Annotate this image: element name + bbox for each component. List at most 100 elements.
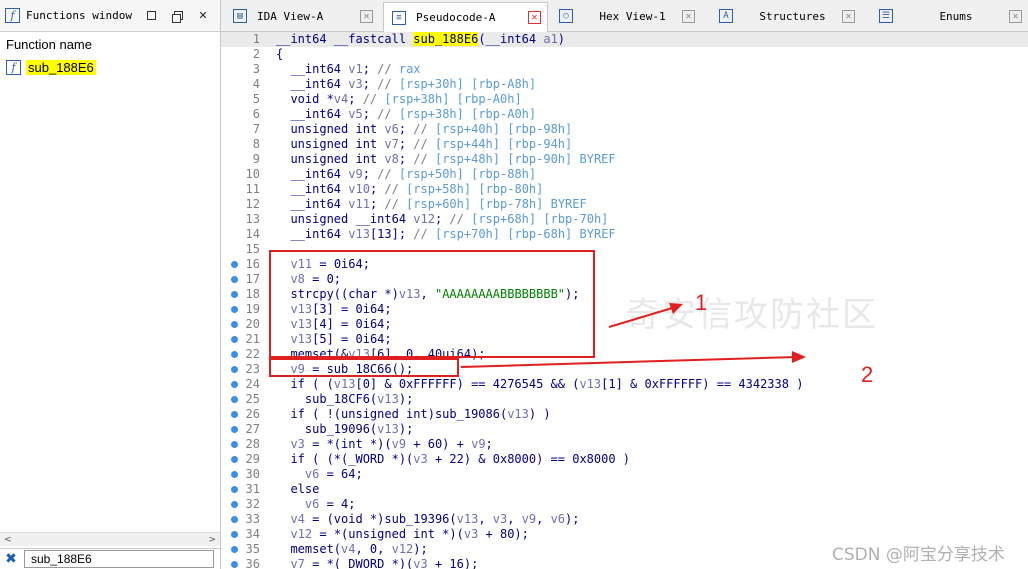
line-number: 10 xyxy=(245,167,260,181)
hex-icon: ○ xyxy=(559,9,573,23)
filter-bar: ✖ sub_188E6 xyxy=(0,548,220,569)
line-number: 8 xyxy=(252,137,260,151)
function-icon: f xyxy=(6,59,21,75)
code-line[interactable]: 3 __int64 v1; // rax xyxy=(221,62,1028,77)
restore-button[interactable] xyxy=(168,7,186,25)
code-text: __int64 v13[13]; // [rsp+70h] [rbp-68h] … xyxy=(276,227,616,241)
tab-structures[interactable]: A Structures ✕ xyxy=(711,4,861,28)
code-line[interactable]: 1 __int64 __fastcall sub_188E6(__int64 a1… xyxy=(221,32,1028,47)
code-line[interactable]: 9 unsigned int v8; // [rsp+48h] [rbp-90h… xyxy=(221,152,1028,167)
code-text: v7 = *(_DWORD *)(v3 + 16); xyxy=(290,557,479,569)
code-line[interactable]: 33 v4 = (void *)sub_19396(v13, v3, v9, v… xyxy=(221,512,1028,527)
line-number: 36 xyxy=(245,557,260,569)
close-tab-icon[interactable]: ✕ xyxy=(842,9,855,23)
annotation-arrow-2 xyxy=(460,351,806,368)
line-number: 27 xyxy=(245,422,260,436)
line-number: 18 xyxy=(245,287,260,301)
code-line[interactable]: 4 __int64 v3; // [rsp+30h] [rbp-A8h] xyxy=(221,77,1028,92)
line-number: 23 xyxy=(245,362,260,376)
line-number: 33 xyxy=(245,512,260,526)
functions-window-title: Functions window xyxy=(26,9,132,22)
line-number: 17 xyxy=(245,272,260,286)
line-number: 1 xyxy=(252,32,260,46)
line-number: 4 xyxy=(252,77,260,91)
code-line[interactable]: 32 v6 = 4; xyxy=(221,497,1028,512)
tab-ida-view[interactable]: ▤ IDA View-A ✕ xyxy=(225,4,379,28)
line-number: 9 xyxy=(252,152,260,166)
line-number: 35 xyxy=(245,542,260,556)
code-line[interactable]: 29 if ( (*(_WORD *)(v3 + 22) & 0x8000) =… xyxy=(221,452,1028,467)
code-text: v6 = 4; xyxy=(304,497,356,511)
code-text: memset(v4, 0, v12); xyxy=(276,542,428,556)
line-number: 14 xyxy=(245,227,260,241)
line-number: 28 xyxy=(245,437,260,451)
code-line[interactable]: 11 __int64 v10; // [rsp+58h] [rbp-80h] xyxy=(221,182,1028,197)
code-line[interactable]: 2{ xyxy=(221,47,1028,62)
functions-window-titlebar: f Functions window ✕ xyxy=(0,0,220,32)
pseudocode-view[interactable]: 1 __int64 __fastcall sub_188E6(__int64 a1… xyxy=(221,32,1028,569)
close-icon[interactable]: ✕ xyxy=(194,7,212,25)
tab-bar: ▤ IDA View-A ✕ ≡ Pseudocode-A ✕ ○ Hex Vi… xyxy=(221,0,1028,32)
line-number: 26 xyxy=(245,407,260,421)
horizontal-scrollbar[interactable]: < > xyxy=(0,532,220,546)
tab-hex-view[interactable]: ○ Hex View-1 ✕ xyxy=(551,4,701,28)
code-line[interactable]: 26 if ( !(unsigned int)sub_19086(v13) ) xyxy=(221,407,1028,422)
code-text: if ( !(unsigned int)sub_19086(v13) ) xyxy=(276,407,551,421)
code-line[interactable]: 12 __int64 v11; // [rsp+60h] [rbp-78h] B… xyxy=(221,197,1028,212)
line-number: 30 xyxy=(245,467,260,481)
code-text: else xyxy=(276,482,320,496)
line-number: 32 xyxy=(245,497,260,511)
code-text: if ( (*(_WORD *)(v3 + 22) & 0x8000) == 0… xyxy=(276,452,631,466)
line-number: 7 xyxy=(252,122,260,136)
code-text: sub_19096(v13); xyxy=(276,422,414,436)
function-name-column-header[interactable]: Function name xyxy=(0,32,220,56)
code-line[interactable]: 28 v3 = *(int *)(v9 + 60) + v9; xyxy=(221,437,1028,452)
close-tab-icon[interactable]: ✕ xyxy=(682,9,695,23)
pseudocode-icon: ≡ xyxy=(392,10,406,25)
code-line[interactable]: 13 unsigned __int64 v12; // [rsp+68h] [r… xyxy=(221,212,1028,227)
code-line[interactable]: 14 __int64 v13[13]; // [rsp+70h] [rbp-68… xyxy=(221,227,1028,242)
filter-input[interactable]: sub_188E6 xyxy=(24,550,214,568)
close-tab-icon[interactable]: ✕ xyxy=(1009,9,1022,23)
tab-enums[interactable]: ☰ Enums ✕ xyxy=(871,4,1028,28)
code-line[interactable]: 5 void *v4; // [rsp+38h] [rbp-A0h] xyxy=(221,92,1028,107)
function-list-item[interactable]: f sub_188E6 xyxy=(0,56,220,78)
code-text: void *v4; // [rsp+38h] [rbp-A0h] xyxy=(276,92,522,106)
line-number: 34 xyxy=(245,527,260,541)
line-number: 6 xyxy=(252,107,260,121)
dock-button[interactable] xyxy=(142,7,160,25)
line-number: 16 xyxy=(245,257,260,271)
line-number: 5 xyxy=(252,92,260,106)
code-line[interactable]: 30 v6 = 64; xyxy=(221,467,1028,482)
line-number: 2 xyxy=(252,47,260,61)
code-line[interactable]: 31 else xyxy=(221,482,1028,497)
code-text: unsigned int v8; // [rsp+48h] [rbp-90h] … xyxy=(276,152,616,166)
code-line[interactable]: 7 unsigned int v6; // [rsp+40h] [rbp-98h… xyxy=(221,122,1028,137)
tab-label: IDA View-A xyxy=(257,9,324,23)
function-icon: f xyxy=(5,8,20,23)
line-number: 19 xyxy=(245,302,260,316)
clear-filter-icon[interactable]: ✖ xyxy=(0,551,22,567)
code-text: sub_18CF6(v13); xyxy=(276,392,414,406)
scroll-right-icon[interactable]: > xyxy=(208,535,216,545)
annotation-label-2: 2 xyxy=(861,362,874,387)
code-line[interactable]: 8 unsigned int v7; // [rsp+44h] [rbp-94h… xyxy=(221,137,1028,152)
line-number: 31 xyxy=(245,482,260,496)
enums-icon: ☰ xyxy=(879,9,893,23)
function-name: sub_188E6 xyxy=(26,59,96,75)
close-tab-icon[interactable]: ✕ xyxy=(528,11,541,24)
functions-window: f Functions window ✕ Function name f sub… xyxy=(0,0,221,569)
code-text: __int64 v3; // [rsp+30h] [rbp-A8h] xyxy=(276,77,537,91)
code-line[interactable]: 10 __int64 v9; // [rsp+50h] [rbp-88h] xyxy=(221,167,1028,182)
tab-label: Enums xyxy=(939,9,973,23)
scroll-left-icon[interactable]: < xyxy=(4,535,12,545)
code-line[interactable]: 27 sub_19096(v13); xyxy=(221,422,1028,437)
line-number: 20 xyxy=(245,317,260,331)
code-text: v4 = (void *)sub_19396(v13, v3, v9, v6); xyxy=(290,512,580,526)
code-line[interactable]: 6 __int64 v5; // [rsp+38h] [rbp-A0h] xyxy=(221,107,1028,122)
code-text: unsigned __int64 v12; // [rsp+68h] [rbp-… xyxy=(276,212,609,226)
line-number: 13 xyxy=(245,212,260,226)
close-tab-icon[interactable]: ✕ xyxy=(360,9,373,23)
line-number: 21 xyxy=(245,332,260,346)
tab-pseudocode[interactable]: ≡ Pseudocode-A ✕ xyxy=(383,2,548,32)
